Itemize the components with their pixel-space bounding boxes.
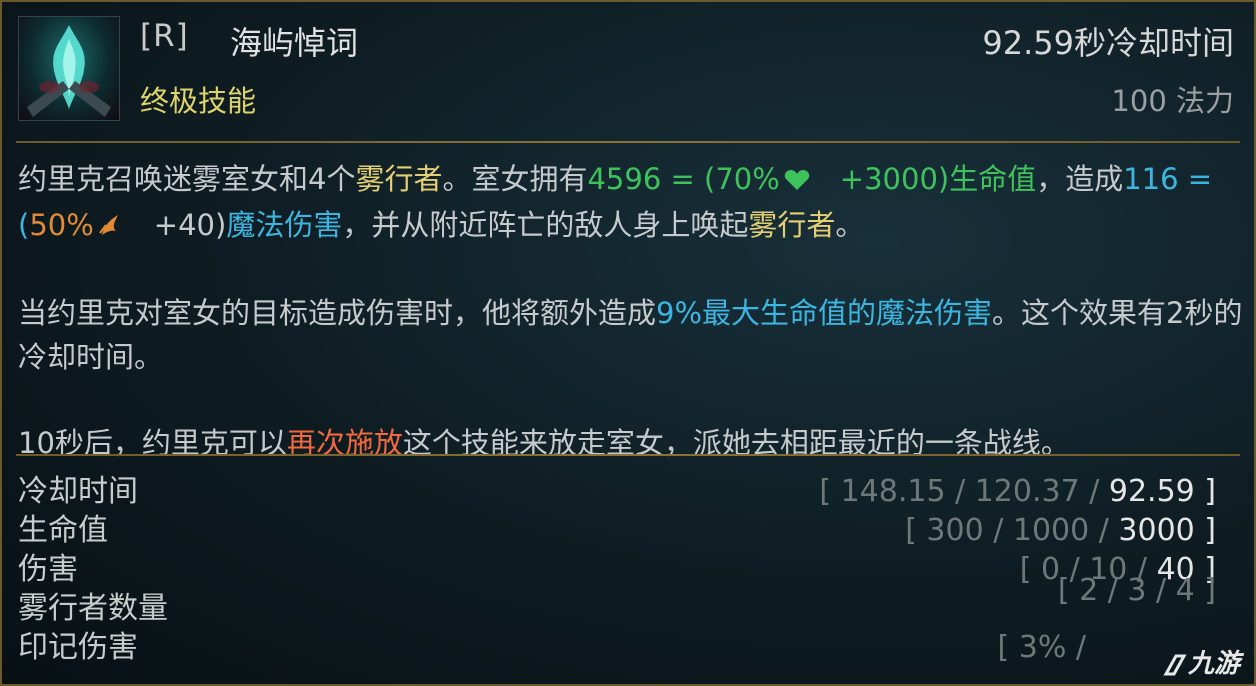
maiden-health-bonus: +3000)生命值 <box>839 162 1037 196</box>
description-paragraph-3: 10秒后，约里克可以再次施放这个技能来放走室女，派她去相距最近的一条战线。 <box>18 426 1070 460</box>
stat-row: 印记伤害 [ 3% / <box>18 628 1216 667</box>
heart-icon <box>784 159 810 203</box>
mistwalker-keyword-2: 雾行者 <box>748 208 836 242</box>
divider-top <box>16 141 1240 143</box>
maiden-health-value: 4596 = (70% <box>587 162 780 196</box>
ability-stats: 冷却时间 [ 148.15 / 120.37 / 92.59 ] 生命值 [ 300… <box>18 472 1216 667</box>
ability-icon <box>18 16 120 121</box>
stat-values: [ 300 / 1000 / 3000 ] <box>905 513 1216 548</box>
watermark-logo-icon <box>1163 654 1187 675</box>
ability-tooltip: [R] 海屿悼词 终极技能 92.59秒冷却时间 100 法力 约里克召唤迷雾室… <box>0 0 1256 686</box>
stat-values: [ 148.15 / 120.37 / 92.59 ] <box>819 474 1216 509</box>
ability-cooldown: 92.59秒冷却时间 <box>982 24 1234 62</box>
ability-type: 终极技能 <box>140 84 257 118</box>
description-paragraph-2: 当约里克对室女的目标造成伤害时，他将额外造成9%最大生命值的魔法伤害。这个效果有… <box>18 296 1243 374</box>
stat-row: 冷却时间 [ 148.15 / 120.37 / 92.59 ] <box>18 472 1216 511</box>
description-paragraph-1: 约里克召唤迷雾室女和4个雾行者。室女拥有4596 = (70% +3000)生命值… <box>18 157 1243 249</box>
stat-row: 雾行者数量 [ 2 / 3 / 4 ] <box>18 573 1216 628</box>
stat-label: 印记伤害 <box>18 630 138 665</box>
stat-label: 伤害 <box>18 552 78 587</box>
stat-values: [ 3% / <box>997 630 1086 665</box>
stat-row: 伤害[ 0 / 10 / 40 ] <box>18 550 1216 589</box>
ability-cost: 100 法力 <box>1111 84 1234 118</box>
stat-row: 生命值 [ 300 / 1000 / 3000 ] <box>18 511 1216 550</box>
ability-key: [R] <box>140 18 189 54</box>
stat-label: 生命值 <box>18 513 108 548</box>
ability-power-ratio: 50% <box>29 208 94 242</box>
stat-label: 雾行者数量 <box>18 591 168 626</box>
ability-power-icon <box>98 205 124 249</box>
watermark: 九游 <box>1162 643 1240 680</box>
magic-damage-keyword: 魔法伤害 <box>226 208 343 242</box>
mistwalker-keyword: 雾行者 <box>355 162 443 196</box>
ability-name: 海屿悼词 <box>230 24 359 62</box>
maiden-damage-bonus: +40) <box>153 208 227 242</box>
stat-values: [ 2 / 3 / 4 ] <box>1057 573 1216 608</box>
max-health-damage: 9%最大生命值的魔法伤害 <box>656 296 993 330</box>
divider-bottom <box>16 454 1240 456</box>
stat-label: 冷却时间 <box>18 474 138 509</box>
